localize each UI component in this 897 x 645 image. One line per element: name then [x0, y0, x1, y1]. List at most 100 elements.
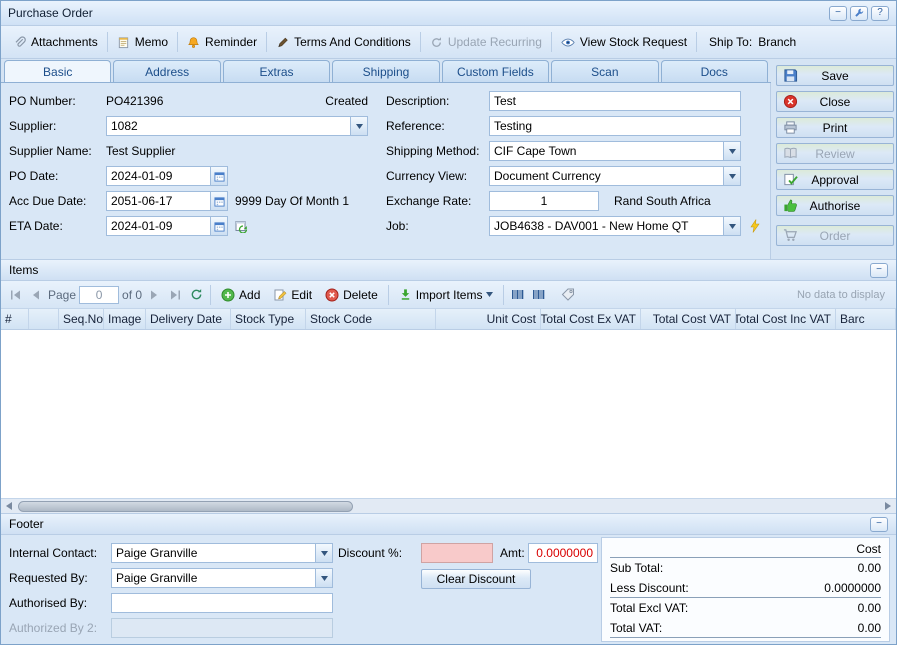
terms-and-conditions-button[interactable]: Terms And Conditions	[269, 31, 418, 53]
job-quick-button[interactable]	[746, 217, 764, 235]
job-combo[interactable]: JOB4638 - DAV001 - New Home QT	[489, 216, 741, 236]
update-recurring-label: Update Recurring	[448, 35, 542, 49]
view-stock-request-button[interactable]: View Stock Request	[554, 31, 694, 53]
internal-contact-label: Internal Contact:	[9, 543, 97, 563]
reference-input[interactable]	[489, 116, 741, 136]
separator	[266, 32, 267, 52]
memo-button[interactable]: Memo	[110, 31, 175, 53]
tab-shipping[interactable]: Shipping	[332, 60, 439, 82]
chevron-down-icon[interactable]	[350, 117, 367, 135]
scroll-right-button[interactable]	[880, 499, 896, 514]
discount-percent-input[interactable]	[421, 543, 493, 563]
clear-discount-button[interactable]: Clear Discount	[421, 569, 531, 589]
first-page-button[interactable]	[6, 286, 24, 304]
chevron-down-icon[interactable]	[723, 142, 740, 160]
scrollbar-thumb[interactable]	[18, 501, 353, 512]
discount-amount-input[interactable]	[528, 543, 598, 563]
column-header-image[interactable]: Image	[104, 309, 146, 329]
calendar-icon[interactable]	[210, 167, 227, 185]
tab-custom-fields[interactable]: Custom Fields	[442, 60, 549, 82]
description-input[interactable]	[489, 91, 741, 111]
column-header-total-inc-vat[interactable]: Total Cost Inc VAT	[736, 309, 836, 329]
currency-view-combo[interactable]: Document Currency	[489, 166, 741, 186]
acc-due-date-value: 2051-06-17	[107, 192, 210, 210]
calendar-icon[interactable]	[210, 192, 227, 210]
chevron-down-icon[interactable]	[723, 217, 740, 235]
column-header-delivery-date[interactable]: Delivery Date	[146, 309, 231, 329]
column-header-number[interactable]: #	[1, 309, 29, 329]
lightning-icon	[749, 219, 761, 233]
chevron-down-icon[interactable]	[723, 167, 740, 185]
previous-page-button[interactable]	[27, 286, 45, 304]
requested-by-combo[interactable]: Paige Granville	[111, 568, 333, 588]
scan-barcode-button[interactable]	[509, 286, 527, 304]
labels-button[interactable]	[559, 286, 577, 304]
column-header-barcode[interactable]: Barc	[836, 309, 896, 329]
grid-body[interactable]	[1, 330, 896, 498]
print-button[interactable]: Print	[776, 117, 894, 138]
scroll-left-button[interactable]	[1, 499, 17, 514]
chevron-down-icon[interactable]	[315, 544, 332, 562]
currency-view-label: Currency View:	[386, 166, 467, 186]
attachments-button[interactable]: Attachments	[6, 31, 105, 53]
delete-button[interactable]: Delete	[320, 285, 383, 305]
internal-contact-combo[interactable]: Paige Granville	[111, 543, 333, 563]
title-bar: Purchase Order − ?	[1, 1, 896, 26]
print-barcode-button[interactable]	[530, 286, 548, 304]
authorised-by-input[interactable]	[111, 593, 333, 613]
eta-date-label: ETA Date:	[9, 216, 63, 236]
tab-basic[interactable]: Basic	[4, 60, 111, 82]
save-button[interactable]: Save	[776, 65, 894, 86]
authorise-button[interactable]: Authorise	[776, 195, 894, 216]
column-header-stock-code[interactable]: Stock Code	[306, 309, 436, 329]
shipping-method-label: Shipping Method:	[386, 141, 479, 161]
last-page-button[interactable]	[166, 286, 184, 304]
minimize-button[interactable]: −	[829, 6, 847, 21]
column-header-total-vat[interactable]: Total Cost VAT	[641, 309, 736, 329]
refresh-button[interactable]	[187, 286, 205, 304]
page-input[interactable]	[79, 286, 119, 304]
tab-extras[interactable]: Extras	[223, 60, 330, 82]
reminder-button[interactable]: Reminder	[180, 31, 264, 53]
edit-icon	[273, 288, 287, 302]
approval-button[interactable]: Approval	[776, 169, 894, 190]
tab-address[interactable]: Address	[113, 60, 220, 82]
main-area: Basic Address Extras Shipping Custom Fie…	[1, 59, 896, 259]
shipping-method-combo[interactable]: CIF Cape Town	[489, 141, 741, 161]
calendar-icon[interactable]	[210, 217, 227, 235]
tab-scan[interactable]: Scan	[551, 60, 658, 82]
shipping-method-value: CIF Cape Town	[490, 142, 723, 160]
less-discount-row: Less Discount: 0.0000000	[610, 578, 881, 598]
collapse-items-button[interactable]: −	[870, 263, 888, 278]
calendar-refresh-icon	[235, 220, 249, 233]
grid-header: # Seq.No Image Delivery Date Stock Type …	[1, 309, 896, 330]
authorised-by-label: Authorised By:	[9, 593, 87, 613]
recalc-eta-button[interactable]	[233, 217, 251, 235]
tab-docs[interactable]: Docs	[661, 60, 768, 82]
exchange-rate-input[interactable]	[489, 191, 599, 211]
close-button[interactable]: Close	[776, 91, 894, 112]
ship-to-value[interactable]: Branch	[758, 35, 796, 49]
column-header-unit-cost[interactable]: Unit Cost	[436, 309, 541, 329]
chevron-down-icon[interactable]	[315, 569, 332, 587]
add-button[interactable]: Add	[216, 285, 265, 305]
column-header-seqno[interactable]: Seq.No	[59, 309, 104, 329]
edit-button[interactable]: Edit	[268, 285, 317, 305]
column-header-blank[interactable]	[29, 309, 59, 329]
customize-button[interactable]	[850, 6, 868, 21]
import-items-button[interactable]: Import Items	[394, 285, 499, 305]
po-date-field[interactable]: 2024-01-09	[106, 166, 228, 186]
po-number-value: PO421396	[106, 91, 163, 111]
description-label: Description:	[386, 91, 449, 111]
collapse-footer-button[interactable]: −	[870, 517, 888, 532]
eta-date-field[interactable]: 2024-01-09	[106, 216, 228, 236]
column-header-stock-type[interactable]: Stock Type	[231, 309, 306, 329]
next-page-button[interactable]	[145, 286, 163, 304]
supplier-combo[interactable]: 1082	[106, 116, 368, 136]
scrollbar-track[interactable]	[17, 499, 880, 514]
acc-due-date-field[interactable]: 2051-06-17	[106, 191, 228, 211]
total-vat-label: Total VAT:	[610, 621, 662, 635]
horizontal-scrollbar[interactable]	[1, 498, 896, 513]
help-button[interactable]: ?	[871, 6, 889, 21]
column-header-total-ex-vat[interactable]: Total Cost Ex VAT	[541, 309, 641, 329]
